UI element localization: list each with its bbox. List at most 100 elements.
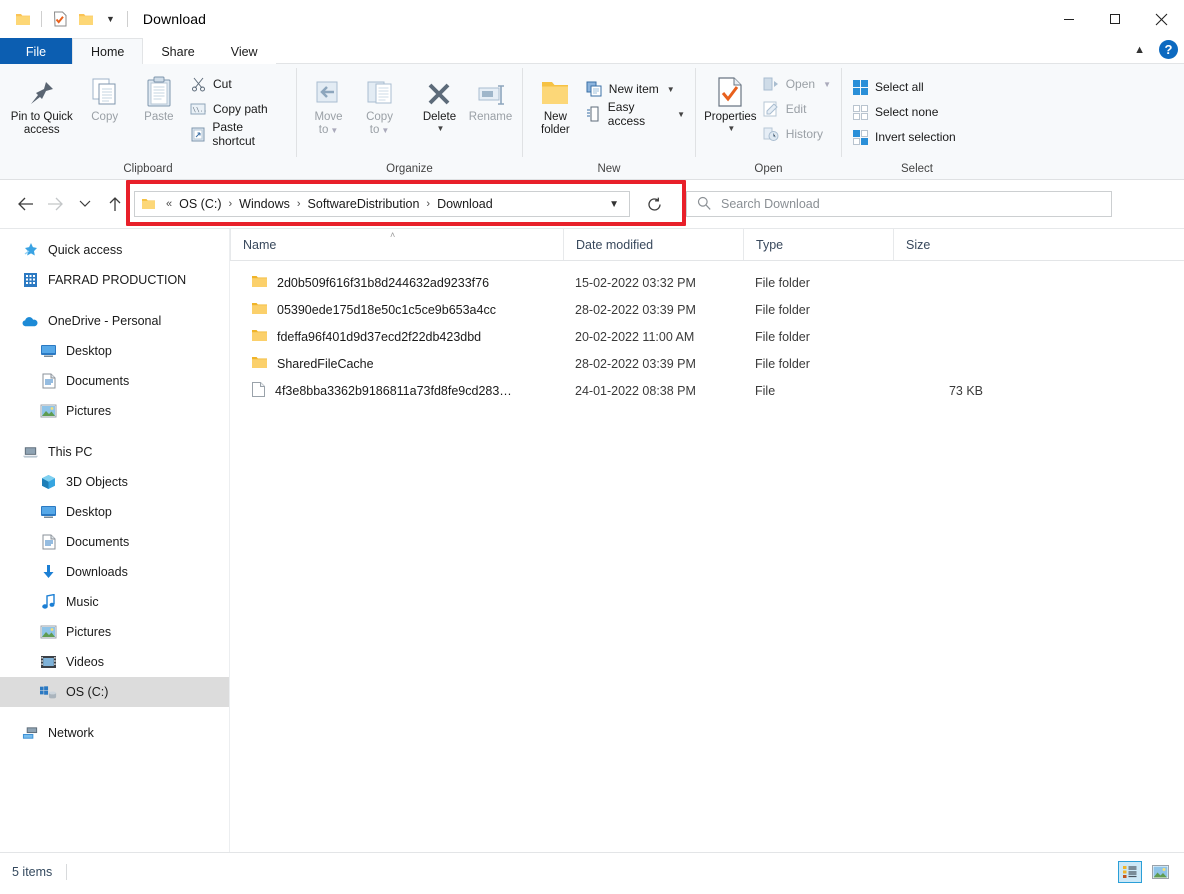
easy-access-caret-icon[interactable]: ▼ bbox=[677, 110, 685, 119]
pin-icon bbox=[27, 74, 57, 108]
forward-button[interactable] bbox=[40, 189, 70, 219]
chevron-up-icon[interactable]: ▲ bbox=[1128, 41, 1151, 59]
cell-size bbox=[893, 323, 993, 350]
large-icons-view-button[interactable] bbox=[1148, 861, 1172, 883]
table-row[interactable]: 05390ede175d18e50c1c5ce9b653a4cc 28-02-2… bbox=[230, 296, 1184, 323]
cut-label: Cut bbox=[212, 77, 232, 91]
table-row[interactable]: 2d0b509f616f31b8d244632ad9233f76 15-02-2… bbox=[230, 269, 1184, 296]
open-button[interactable]: Open ▼ bbox=[759, 73, 835, 95]
delete-caret-icon[interactable]: ▼ bbox=[437, 124, 445, 133]
sidebar-label-3d-objects: 3D Objects bbox=[66, 475, 128, 489]
properties-button[interactable]: Properties ▼ bbox=[702, 70, 759, 137]
sidebar-item-farrad-production[interactable]: FARRAD PRODUCTION bbox=[0, 265, 229, 295]
sidebar-item-onedrive[interactable]: OneDrive - Personal bbox=[0, 306, 229, 336]
breadcrumb-sep-1[interactable]: › bbox=[290, 198, 308, 210]
sidebar-item-music[interactable]: Music bbox=[0, 587, 229, 617]
properties-caret-icon[interactable]: ▼ bbox=[727, 124, 735, 133]
paste-shortcut-button[interactable]: Paste shortcut bbox=[186, 120, 290, 148]
tabstrip-filler bbox=[275, 38, 1184, 64]
sidebar-item-quick-access[interactable]: Quick access bbox=[0, 235, 229, 265]
ribbon-group-select: Select all Select none Invert selection bbox=[842, 64, 992, 179]
open-caret-icon[interactable]: ▼ bbox=[823, 80, 831, 89]
folder-icon[interactable] bbox=[10, 7, 36, 31]
rename-button[interactable]: Rename bbox=[465, 70, 516, 128]
refresh-button[interactable] bbox=[640, 191, 668, 217]
easy-access-button[interactable]: Easy access ▼ bbox=[582, 100, 689, 128]
breadcrumb-overflow[interactable]: « bbox=[159, 198, 179, 210]
tab-view[interactable]: View bbox=[213, 38, 276, 64]
up-button[interactable] bbox=[100, 189, 130, 219]
search-input[interactable]: Search Download bbox=[721, 197, 820, 211]
column-header-type[interactable]: Type bbox=[743, 229, 893, 260]
select-all-button[interactable]: Select all bbox=[848, 76, 960, 98]
cell-date-modified: 28-02-2022 03:39 PM bbox=[575, 356, 696, 371]
new-item-button[interactable]: New item ▼ bbox=[582, 78, 689, 100]
tab-file[interactable]: File bbox=[0, 38, 72, 64]
tab-home[interactable]: Home bbox=[72, 38, 144, 64]
file-name: SharedFileCache bbox=[277, 356, 374, 371]
new-folder-icon[interactable] bbox=[73, 7, 99, 31]
paste-button[interactable]: Paste bbox=[132, 70, 186, 128]
new-folder-big-icon bbox=[539, 74, 571, 108]
tab-share[interactable]: Share bbox=[143, 38, 212, 64]
sidebar-item-os-c[interactable]: OS (C:) bbox=[0, 677, 229, 707]
delete-button[interactable]: Delete ▼ bbox=[414, 70, 465, 137]
column-header-size[interactable]: Size bbox=[893, 229, 993, 260]
column-header-name[interactable]: Name bbox=[230, 229, 563, 260]
cell-name: 4f3e8bba3362b9186811a73fd8fe9cd283… bbox=[230, 377, 563, 404]
sidebar-item-desktop[interactable]: Desktop bbox=[0, 497, 229, 527]
breadcrumb-item-3[interactable]: Download bbox=[437, 197, 493, 211]
column-header-date-modified[interactable]: Date modified bbox=[563, 229, 743, 260]
sidebar-item-pictures[interactable]: Pictures bbox=[0, 617, 229, 647]
cell-type: File bbox=[755, 383, 776, 398]
sidebar-item-downloads[interactable]: Downloads bbox=[0, 557, 229, 587]
sidebar-item-documents[interactable]: Documents bbox=[0, 527, 229, 557]
pin-to-quick-access-button[interactable]: Pin to Quick access bbox=[6, 70, 78, 141]
close-button[interactable] bbox=[1138, 0, 1184, 38]
minimize-button[interactable] bbox=[1046, 0, 1092, 38]
new-item-caret-icon[interactable]: ▼ bbox=[667, 85, 675, 94]
copy-to-button[interactable]: Copy to ▼ bbox=[354, 70, 405, 141]
sidebar-item-desktop-onedrive[interactable]: Desktop bbox=[0, 336, 229, 366]
chevron-down-icon[interactable]: ▼ bbox=[603, 199, 625, 210]
sidebar-item-this-pc[interactable]: This PC bbox=[0, 437, 229, 467]
breadcrumb-item-2[interactable]: SoftwareDistribution bbox=[308, 197, 420, 211]
breadcrumb-item-0[interactable]: OS (C:) bbox=[179, 197, 221, 211]
address-bar[interactable]: « OS (C:) › Windows › SoftwareDistributi… bbox=[134, 191, 630, 217]
invert-selection-button[interactable]: Invert selection bbox=[848, 126, 960, 148]
search-box[interactable]: Search Download bbox=[686, 191, 1112, 217]
history-button[interactable]: History bbox=[759, 123, 835, 145]
breadcrumb-sep-2[interactable]: › bbox=[419, 198, 437, 210]
breadcrumb-sep-0[interactable]: › bbox=[221, 198, 239, 210]
table-row[interactable]: fdeffa96f401d9d37ecd2f22db423dbd 20-02-2… bbox=[230, 323, 1184, 350]
sidebar-item-documents-onedrive[interactable]: Documents bbox=[0, 366, 229, 396]
sidebar-item-network[interactable]: Network bbox=[0, 718, 229, 748]
copy-button[interactable]: Copy bbox=[78, 70, 132, 128]
help-icon[interactable]: ? bbox=[1159, 40, 1178, 59]
move-to-button[interactable]: Move to ▼ bbox=[303, 70, 354, 141]
recent-locations-button[interactable] bbox=[70, 189, 100, 219]
group-label-new: New bbox=[597, 163, 621, 175]
new-folder-button[interactable]: New folder bbox=[529, 70, 582, 141]
qat-divider bbox=[41, 11, 42, 27]
details-view-button[interactable] bbox=[1118, 860, 1142, 883]
qat-dropdown-icon[interactable]: ▼ bbox=[99, 14, 122, 24]
copy-path-button[interactable]: \\.. Copy path bbox=[186, 98, 290, 120]
back-button[interactable] bbox=[10, 189, 40, 219]
move-to-icon bbox=[314, 74, 344, 108]
sidebar-item-videos[interactable]: Videos bbox=[0, 647, 229, 677]
sidebar-item-pictures-onedrive[interactable]: Pictures bbox=[0, 396, 229, 426]
table-row[interactable]: 4f3e8bba3362b9186811a73fd8fe9cd283… 24-0… bbox=[230, 377, 1184, 404]
breadcrumb-item-1[interactable]: Windows bbox=[239, 197, 290, 211]
pin-label-2: access bbox=[23, 124, 60, 137]
select-none-label: Select none bbox=[875, 105, 939, 119]
cut-button[interactable]: Cut bbox=[186, 73, 290, 95]
select-none-button[interactable]: Select none bbox=[848, 101, 960, 123]
table-row[interactable]: SharedFileCache 28-02-2022 03:39 PM File… bbox=[230, 350, 1184, 377]
edit-button[interactable]: Edit bbox=[759, 98, 835, 120]
cell-name: SharedFileCache bbox=[230, 350, 563, 377]
properties-icon[interactable] bbox=[47, 7, 73, 31]
maximize-button[interactable] bbox=[1092, 0, 1138, 38]
sidebar-item-3d-objects[interactable]: 3D Objects bbox=[0, 467, 229, 497]
cell-type: File folder bbox=[755, 302, 810, 317]
